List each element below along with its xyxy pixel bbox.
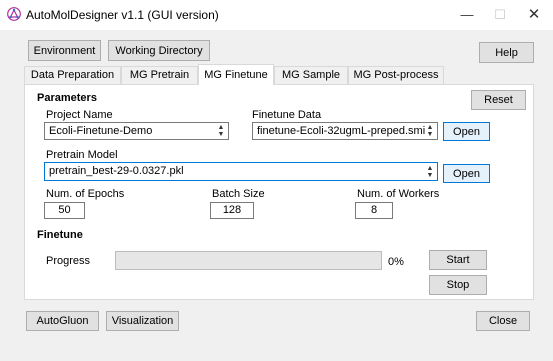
tab-data-preparation[interactable]: Data Preparation (24, 66, 121, 85)
reset-button[interactable]: Reset (471, 90, 526, 110)
tab-mg-post-process[interactable]: MG Post-process (348, 66, 444, 85)
start-button[interactable]: Start (429, 250, 487, 270)
open-finetune-data-button[interactable]: Open (443, 122, 490, 141)
progress-label: Progress (46, 255, 91, 267)
close-button[interactable]: Close (476, 311, 530, 331)
workers-label: Num. of Workers (357, 188, 440, 200)
pretrain-model-input[interactable]: pretrain_best-29-0.0327.pkl (44, 162, 438, 181)
app-logo-icon (7, 7, 21, 21)
stop-button[interactable]: Stop (429, 275, 487, 295)
pretrain-model-spin-icon[interactable]: ▲ ▼ (425, 165, 435, 179)
autogluon-button[interactable]: AutoGluon (26, 311, 99, 331)
working-directory-button[interactable]: Working Directory (108, 40, 210, 61)
workers-input[interactable]: 8 (355, 202, 393, 219)
finetune-data-input[interactable]: finetune-Ecoli-32ugmL-preped.smi (252, 122, 438, 140)
finetune-data-label: Finetune Data (252, 109, 322, 121)
finetune-data-spin-icon[interactable]: ▲ ▼ (425, 124, 435, 138)
epochs-label: Num. of Epochs (46, 188, 125, 200)
parameters-heading: Parameters (37, 92, 97, 104)
batch-size-label: Batch Size (212, 188, 265, 200)
tab-mg-finetune[interactable]: MG Finetune (198, 64, 274, 85)
help-button[interactable]: Help (479, 42, 534, 63)
project-name-input[interactable]: Ecoli-Finetune-Demo (44, 122, 229, 140)
epochs-input[interactable]: 50 (44, 202, 85, 219)
open-pretrain-model-button[interactable]: Open (443, 164, 490, 183)
progress-percent: 0% (388, 256, 404, 268)
minimize-button[interactable]: — (452, 4, 482, 26)
pretrain-model-label: Pretrain Model (46, 149, 118, 161)
finetune-heading: Finetune (37, 229, 83, 241)
tab-mg-sample[interactable]: MG Sample (274, 66, 348, 85)
progress-bar (115, 251, 382, 270)
close-window-button[interactable]: ✕ (519, 4, 549, 26)
environment-button[interactable]: Environment (28, 40, 101, 61)
project-name-spin-icon[interactable]: ▲ ▼ (216, 124, 226, 138)
batch-size-input[interactable]: 128 (210, 202, 254, 219)
title-bar: AutoMolDesigner v1.1 (GUI version) — ☐ ✕ (0, 0, 553, 30)
project-name-label: Project Name (46, 109, 113, 121)
tab-bar: Data Preparation MG Pretrain MG Finetune… (24, 64, 534, 85)
maximize-button[interactable]: ☐ (485, 4, 515, 26)
tab-mg-pretrain[interactable]: MG Pretrain (121, 66, 198, 85)
window-title: AutoMolDesigner v1.1 (GUI version) (26, 8, 219, 22)
visualization-button[interactable]: Visualization (106, 311, 179, 331)
